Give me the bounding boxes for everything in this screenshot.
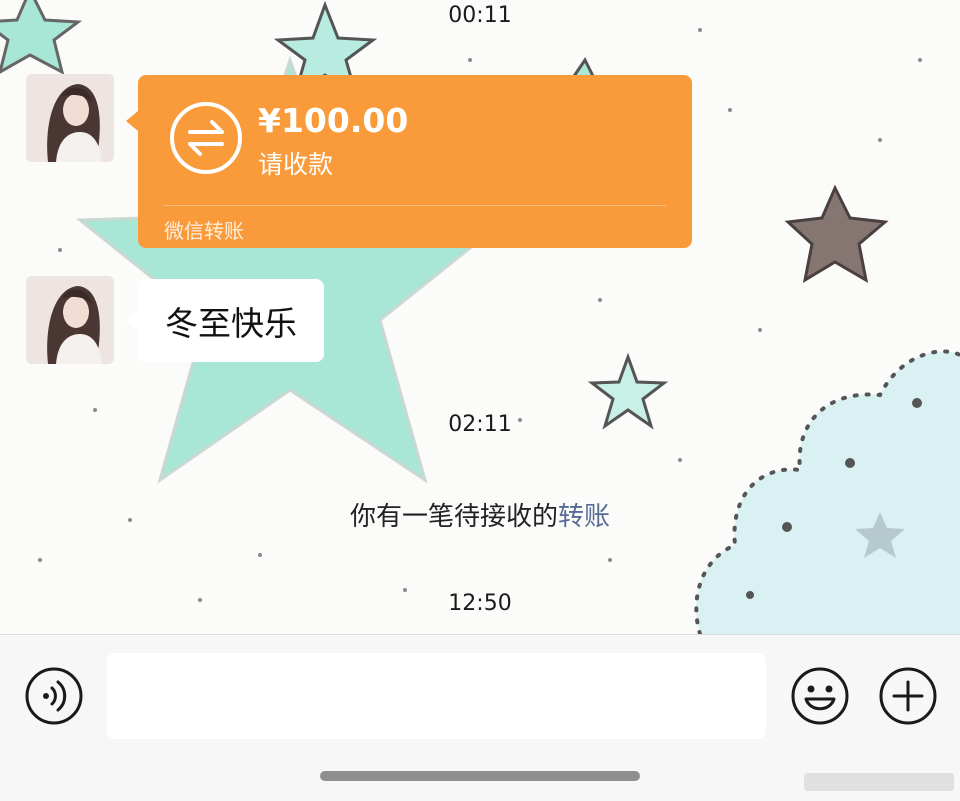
timestamp: 12:50 (448, 591, 512, 616)
home-indicator[interactable] (320, 771, 640, 781)
system-notice: 你有一笔待接收的转账 (0, 496, 960, 533)
text-message-bubble[interactable]: 冬至快乐 (126, 279, 324, 362)
avatar-portrait (26, 276, 114, 364)
watermark-logo (804, 773, 954, 791)
timestamp: 00:11 (448, 3, 512, 28)
transfer-source-label: 微信转账 (164, 219, 244, 243)
transfer-amount: ¥100.00 (258, 101, 409, 140)
card-divider (164, 205, 666, 206)
transfer-link[interactable]: 转账 (558, 502, 610, 532)
voice-icon[interactable] (24, 666, 84, 726)
message-text: 冬至快乐 (165, 303, 297, 343)
avatar-portrait (26, 74, 114, 162)
emoji-icon[interactable] (790, 666, 850, 726)
transfer-message-card[interactable]: ¥100.00 请收款 微信转账 (126, 75, 692, 248)
plus-icon[interactable] (878, 666, 938, 726)
chat-input-bar (0, 634, 960, 801)
transfer-status: 请收款 (258, 150, 334, 179)
contact-avatar[interactable] (26, 276, 114, 364)
timestamp: 02:11 (448, 412, 512, 437)
transfer-arrows-icon (170, 102, 242, 174)
system-notice-text: 你有一笔待接收的 (349, 502, 558, 532)
message-input[interactable] (107, 653, 766, 739)
contact-avatar[interactable] (26, 74, 114, 162)
